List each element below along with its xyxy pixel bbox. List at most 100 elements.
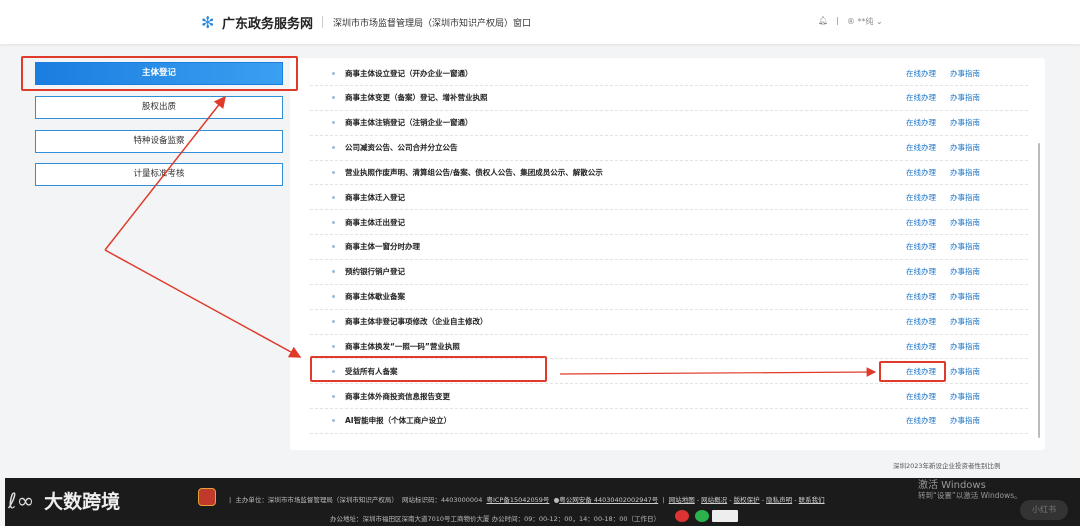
bullet-icon [332, 195, 335, 199]
brand-name: 大数跨境 [44, 491, 121, 513]
service-name: AI智能申报（个体工商户设立） [345, 416, 452, 426]
police-link[interactable]: 粤公网安备 44030402002947号 [559, 496, 658, 504]
xiaohongshu-watermark: 小红书 [1020, 500, 1068, 520]
online-apply-link[interactable]: 在线办理 [906, 117, 936, 128]
bullet-icon [332, 245, 335, 249]
online-apply-link[interactable]: 在线办理 [906, 391, 936, 402]
service-row: 公司减资公告、公司合并分立公告 在线办理 办事指南 [310, 136, 1028, 161]
user-icon: ® [846, 17, 855, 26]
guide-link[interactable]: 办事指南 [950, 117, 980, 128]
service-row: AI智能申报（个体工商户设立） 在线办理 办事指南 [310, 409, 1028, 434]
service-name: 商事主体非登记事项修改（企业自主修改） [345, 317, 488, 326]
activate-windows-sub: 转到“设置”以激活 Windows。 [918, 491, 1022, 500]
service-row: 预约银行销户登记 在线办理 办事指南 [310, 260, 1028, 285]
department-title: 深圳市市场监督管理局（深圳市知识产权局）窗口 [333, 19, 532, 29]
online-apply-link[interactable]: 在线办理 [906, 266, 936, 277]
service-row: 商事主体非登记事项修改（企业自主修改） 在线办理 办事指南 [310, 310, 1028, 335]
wechat-icon[interactable] [695, 510, 709, 522]
footer-link[interactable]: 联系我们 [799, 496, 825, 504]
guide-link[interactable]: 办事指南 [950, 68, 980, 79]
service-name: 公司减资公告、公司合并分立公告 [345, 143, 458, 153]
logo-icon: ✻ [201, 12, 215, 32]
bullet-icon [332, 96, 335, 100]
online-apply-link[interactable]: 在线办理 [906, 92, 936, 103]
brand-watermark: ℓ∞ 大数跨境 [8, 487, 120, 514]
bullet-icon [332, 170, 335, 174]
service-name: 营业执照作废声明、清算组公告/备案、债权人公告、集团成员公示、解散公示 [345, 167, 603, 177]
site-name: 广东政务服务网 [222, 17, 314, 32]
service-row: 商事主体迁出登记 在线办理 办事指南 [310, 210, 1028, 236]
scrollbar[interactable] [1038, 143, 1040, 438]
divider: | [836, 16, 839, 25]
service-name: 商事主体注销登记（注销企业一窗通） [345, 118, 473, 128]
online-apply-link[interactable]: 在线办理 [906, 192, 936, 203]
service-row: 商事主体设立登记（开办企业一窗通） 在线办理 办事指南 [310, 61, 1028, 86]
bullet-icon [332, 220, 335, 224]
service-row: 商事主体迁入登记 在线办理 办事指南 [310, 185, 1028, 211]
guide-link[interactable]: 办事指南 [950, 142, 980, 153]
arrow [104, 249, 302, 358]
sidebar-item-measurement-standard[interactable]: 计量标准考核 [35, 163, 283, 186]
annotation-box-sidebar [21, 56, 298, 91]
bullet-icon [332, 270, 335, 274]
service-list: 商事主体设立登记（开办企业一窗通） 在线办理 办事指南 商事主体变更（备案）登记… [290, 58, 1045, 450]
online-apply-link[interactable]: 在线办理 [906, 217, 936, 228]
guide-link[interactable]: 办事指南 [950, 266, 980, 277]
brand-logo-icon: ℓ∞ [8, 488, 35, 513]
service-row: 商事主体一窗分时办理 在线办理 办事指南 [310, 235, 1028, 260]
user-menu[interactable]: ® **纯 ⌄ [847, 16, 883, 27]
bullet-icon [332, 344, 335, 348]
online-apply-link[interactable]: 在线办理 [906, 241, 936, 252]
annotation-box-online [879, 361, 946, 382]
guide-link[interactable]: 办事指南 [950, 391, 980, 402]
bullet-icon [332, 121, 335, 125]
guide-link[interactable]: 办事指南 [950, 241, 980, 252]
footer-link[interactable]: 网站概况 [701, 496, 727, 504]
guide-link[interactable]: 办事指南 [950, 366, 980, 377]
gov-error-icon[interactable] [712, 510, 738, 522]
online-apply-link[interactable]: 在线办理 [906, 341, 936, 352]
icp-link[interactable]: 粤ICP备15042059号 [486, 496, 549, 504]
online-apply-link[interactable]: 在线办理 [906, 142, 936, 153]
online-apply-link[interactable]: 在线办理 [906, 316, 936, 327]
footer-link[interactable]: 版权保护 [734, 496, 760, 504]
guide-link[interactable]: 办事指南 [950, 217, 980, 228]
service-name: 商事主体设立登记（开办企业一窗通） [345, 68, 473, 78]
online-apply-link[interactable]: 在线办理 [906, 68, 936, 79]
service-row: 商事主体注销登记（注销企业一窗通） 在线办理 办事指南 [310, 111, 1028, 136]
footer-link[interactable]: 隐私声明 [766, 496, 792, 504]
site-logo[interactable]: ✻ 广东政务服务网 [201, 13, 313, 32]
guide-link[interactable]: 办事指南 [950, 192, 980, 203]
service-name: 商事主体一窗分时办理 [345, 242, 420, 252]
sponsor: 主办单位：深圳市市场监督管理局（深圳市知识产权局） [235, 496, 398, 504]
service-name: 商事主体迁出登记 [345, 217, 405, 227]
guide-link[interactable]: 办事指南 [950, 415, 980, 426]
chart-caption: 深圳2023年新设企业投资者性别比例 [893, 462, 1001, 470]
service-name: 商事主体变更（备案）登记、增补营业执照 [345, 93, 488, 103]
bullet-icon [332, 71, 335, 75]
footer-link[interactable]: 网站地图 [669, 496, 695, 504]
online-apply-link[interactable]: 在线办理 [906, 167, 936, 178]
chevron-down-icon: ⌄ [875, 17, 883, 26]
weibo-icon[interactable] [675, 510, 689, 522]
party-emblem-icon [198, 488, 216, 506]
guide-link[interactable]: 办事指南 [950, 316, 980, 327]
service-name: 商事主体歇业备案 [345, 292, 405, 302]
online-apply-link[interactable]: 在线办理 [906, 291, 936, 302]
service-row: 商事主体变更（备案）登记、增补营业执照 在线办理 办事指南 [310, 86, 1028, 111]
sidebar-item-special-equipment[interactable]: 特种设备监察 [35, 130, 283, 153]
annotation-box-row [310, 356, 547, 382]
service-name: 商事主体迁入登记 [345, 192, 405, 202]
address: 办公地址：深圳市福田区深南大道7010号工商物价大厦 办公时间：09：00-12… [330, 515, 660, 523]
activate-windows-title: 激活 Windows [918, 480, 986, 491]
sidebar-item-equity-pledge[interactable]: 股权出质 [35, 96, 283, 119]
guide-link[interactable]: 办事指南 [950, 167, 980, 178]
guide-link[interactable]: 办事指南 [950, 341, 980, 352]
online-apply-link[interactable]: 在线办理 [906, 415, 936, 426]
bell-icon[interactable]: 🔔︎ [818, 16, 828, 27]
guide-link[interactable]: 办事指南 [950, 291, 980, 302]
bullet-icon [332, 419, 335, 423]
service-name: 预约银行销户登记 [345, 267, 405, 277]
guide-link[interactable]: 办事指南 [950, 92, 980, 103]
service-name: 商事主体外商投资信息报告变更 [345, 391, 450, 401]
